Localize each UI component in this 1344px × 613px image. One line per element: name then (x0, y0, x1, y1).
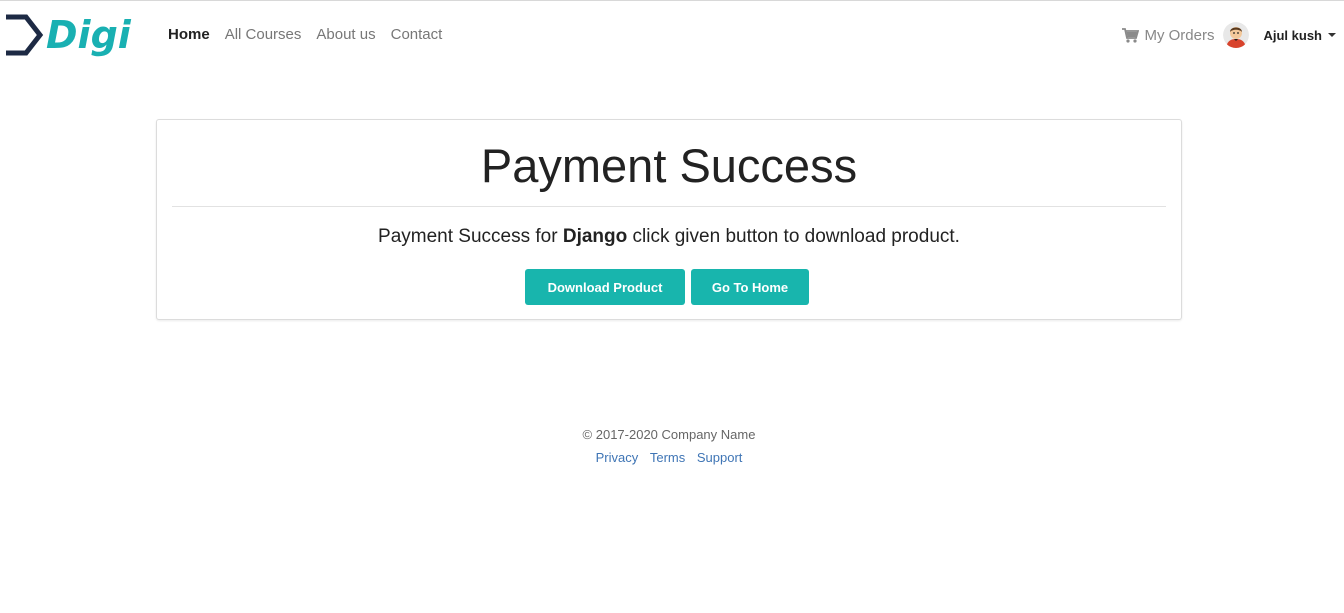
footer-link-support[interactable]: Support (697, 450, 743, 465)
go-to-home-button[interactable]: Go To Home (691, 269, 809, 305)
footer: © 2017-2020 Company Name Privacy Terms S… (0, 426, 1338, 467)
page-title: Payment Success (480, 139, 858, 192)
brand-logo[interactable]: Digi (4, 13, 131, 57)
footer-link-privacy[interactable]: Privacy (596, 450, 639, 465)
main-nav: Home All Courses About us Contact (168, 25, 457, 45)
user-menu[interactable]: Ajul kush (1263, 28, 1336, 43)
brand-name: Digi (46, 13, 131, 57)
footer-links: Privacy Terms Support (0, 449, 1338, 467)
user-avatar-icon[interactable] (1223, 22, 1250, 48)
payment-panel: Payment Success Payment Success for Djan… (156, 119, 1182, 320)
user-name: Ajul kush (1263, 27, 1322, 43)
divider (172, 206, 1166, 207)
my-orders-label: My Orders (1144, 26, 1215, 44)
action-buttons: Download Product Go To Home (525, 269, 809, 305)
digi-logo-icon (6, 14, 44, 56)
copyright-text: © 2017-2020 Company Name (582, 427, 756, 442)
success-message: Payment Success for Django click given b… (157, 224, 1181, 250)
nav-right: My Orders Ajul kush (1122, 19, 1336, 51)
footer-link-terms[interactable]: Terms (650, 450, 685, 465)
cart-icon (1122, 27, 1140, 43)
nav-link-home[interactable]: Home (168, 25, 210, 45)
product-name: Django (562, 226, 628, 247)
navbar: Digi Home All Courses About us Contact M… (0, 1, 1344, 67)
nav-link-all-courses[interactable]: All Courses (225, 25, 302, 45)
nav-link-contact[interactable]: Contact (391, 25, 443, 45)
message-suffix: click given button to download product. (632, 226, 960, 247)
download-product-button[interactable]: Download Product (525, 269, 685, 305)
nav-link-about-us[interactable]: About us (316, 25, 375, 45)
message-prefix: Payment Success for (378, 226, 558, 247)
my-orders-link[interactable]: My Orders (1122, 27, 1214, 44)
caret-down-icon (1328, 33, 1336, 37)
